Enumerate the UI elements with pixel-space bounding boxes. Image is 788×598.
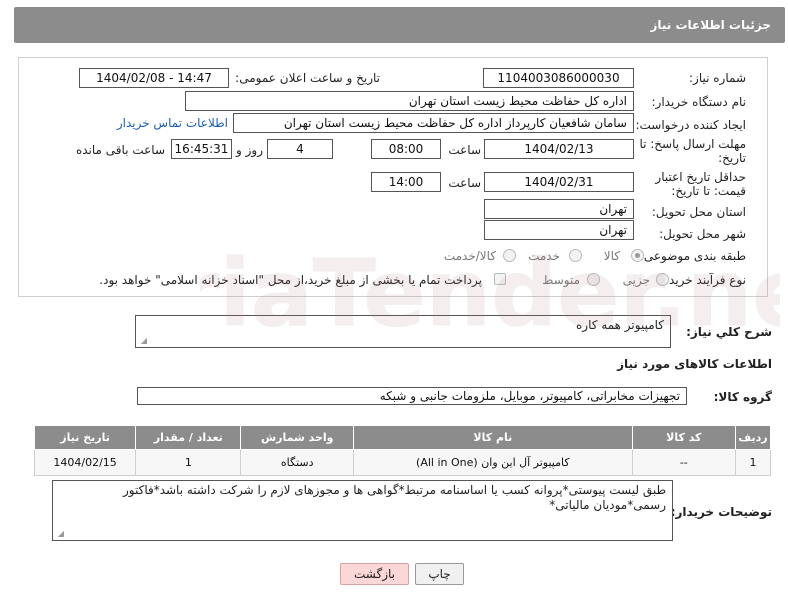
- cell-unit: دستگاه: [240, 449, 354, 476]
- delivery-city-label: شهر محل تحویل:: [659, 227, 746, 241]
- buyer-notes-textarea[interactable]: طبق لیست پیوستی*پروانه کسب یا اساسنامه م…: [52, 480, 673, 541]
- buyer-notes-label: توضیحات خریدار:: [670, 505, 772, 519]
- buyer-org-label: نام دستگاه خریدار:: [651, 95, 747, 109]
- goods-group-label: گروه کالا:: [713, 390, 772, 404]
- cell-item-code: --: [631, 449, 736, 476]
- description-label: شرح كلي نياز:: [686, 325, 772, 339]
- page-title: جزئیات اطلاعات نیاز: [650, 18, 771, 32]
- col-item-name: نام کالا: [352, 425, 633, 450]
- reply-deadline-label: مهلت ارسال پاسخ: تا تاریخ:: [639, 137, 746, 165]
- cell-quantity: 1: [135, 449, 242, 476]
- col-quantity: تعداد / مقدار: [135, 425, 242, 450]
- resize-grip-icon[interactable]: ◢: [139, 337, 147, 345]
- process-type-label: نوع فرآیند خرید :: [661, 273, 746, 287]
- table-header-row: ردیف کد کالا نام کالا واحد شمارش تعداد /…: [33, 425, 772, 450]
- treasury-payment-checkbox[interactable]: [494, 273, 506, 285]
- remaining-time-field[interactable]: 16:45:31: [171, 139, 232, 159]
- days-label: روز و: [236, 143, 263, 157]
- process-medium-radio[interactable]: [587, 273, 600, 286]
- delivery-city-field[interactable]: تهران: [484, 220, 634, 240]
- back-button[interactable]: بازگشت: [340, 563, 409, 585]
- category-goods-radio[interactable]: [631, 249, 644, 262]
- price-validity-label: حداقل تاریخ اعتبار قیمت: تا تاریخ:: [655, 170, 746, 198]
- goods-group-field[interactable]: تجهیزات مخابراتی، کامپیوتر، موبایل، ملزو…: [137, 387, 687, 405]
- requester-field[interactable]: سامان شافعیان کارپرداز اداره کل حفاظت مح…: [233, 113, 634, 133]
- buyer-contact-link[interactable]: اطلاعات تماس خریدار: [117, 116, 228, 130]
- remaining-days-field[interactable]: 4: [267, 139, 333, 159]
- table-row[interactable]: 1 -- کامپیوتر آل این وان (All in One) دس…: [33, 449, 772, 476]
- delivery-province-field[interactable]: تهران: [484, 199, 634, 219]
- reply-deadline-date-field[interactable]: 1404/02/13: [484, 139, 634, 159]
- col-row-number: ردیف: [734, 425, 772, 450]
- goods-table: ردیف کد کالا نام کالا واحد شمارش تعداد /…: [33, 425, 772, 476]
- buyer-notes-line-2: رسمی*مودیان مالیاتی*: [549, 498, 666, 512]
- cell-row-number: 1: [734, 449, 772, 476]
- category-goods-service-radio[interactable]: [503, 249, 516, 262]
- category-goods-service-label: کالا/خدمت: [443, 249, 496, 263]
- remaining-time-label: ساعت باقی مانده: [75, 143, 165, 157]
- print-button[interactable]: چاپ: [415, 563, 464, 585]
- price-validity-time-field[interactable]: 14:00: [371, 172, 441, 192]
- reply-deadline-time-label: ساعت: [448, 143, 481, 157]
- buyer-org-field[interactable]: اداره کل حفاظت محیط زیست استان تهران: [185, 91, 634, 111]
- description-textarea[interactable]: کامپیوتر همه کاره ◢: [135, 315, 671, 348]
- buyer-notes-line-1: طبق لیست پیوستی*پروانه کسب یا اساسنامه م…: [122, 483, 666, 497]
- cell-need-date: 1404/02/15: [33, 449, 137, 476]
- goods-info-title: اطلاعات کالاهای مورد نیاز: [617, 357, 772, 371]
- resize-grip-icon[interactable]: ◢: [56, 530, 64, 538]
- col-need-date: تاریخ نیاز: [33, 425, 137, 450]
- reply-deadline-time-field[interactable]: 08:00: [371, 139, 441, 159]
- col-unit: واحد شمارش: [240, 425, 354, 450]
- delivery-province-label: استان محل تحویل:: [651, 205, 746, 219]
- announce-datetime-label: تاریخ و ساعت اعلان عمومی:: [235, 71, 380, 85]
- description-text: کامپیوتر همه کاره: [576, 318, 664, 332]
- category-service-label: خدمت: [528, 249, 560, 263]
- category-service-radio[interactable]: [569, 249, 582, 262]
- announce-datetime-field[interactable]: 1404/02/08 - 14:47: [79, 68, 229, 88]
- page-header: جزئیات اطلاعات نیاز: [14, 7, 785, 43]
- category-goods-label: کالا: [603, 249, 620, 263]
- treasury-payment-note: پرداخت تمام یا بخشی از مبلغ خرید،از محل …: [99, 273, 482, 287]
- cell-item-name: کامپیوتر آل این وان (All in One): [352, 449, 633, 476]
- price-validity-time-label: ساعت: [448, 176, 481, 190]
- col-item-code: کد کالا: [631, 425, 736, 450]
- need-number-field[interactable]: 1104003086000030: [483, 68, 634, 88]
- need-number-label: شماره نیاز:: [689, 71, 746, 85]
- process-medium-label: متوسط: [542, 273, 580, 287]
- requester-label: ایجاد کننده درخواست:: [635, 118, 746, 132]
- process-minor-label: جزیی: [622, 273, 650, 287]
- price-validity-date-field[interactable]: 1404/02/31: [484, 172, 634, 192]
- process-minor-radio[interactable]: [656, 273, 669, 286]
- category-label: طبقه بندی موضوعی:: [639, 249, 746, 263]
